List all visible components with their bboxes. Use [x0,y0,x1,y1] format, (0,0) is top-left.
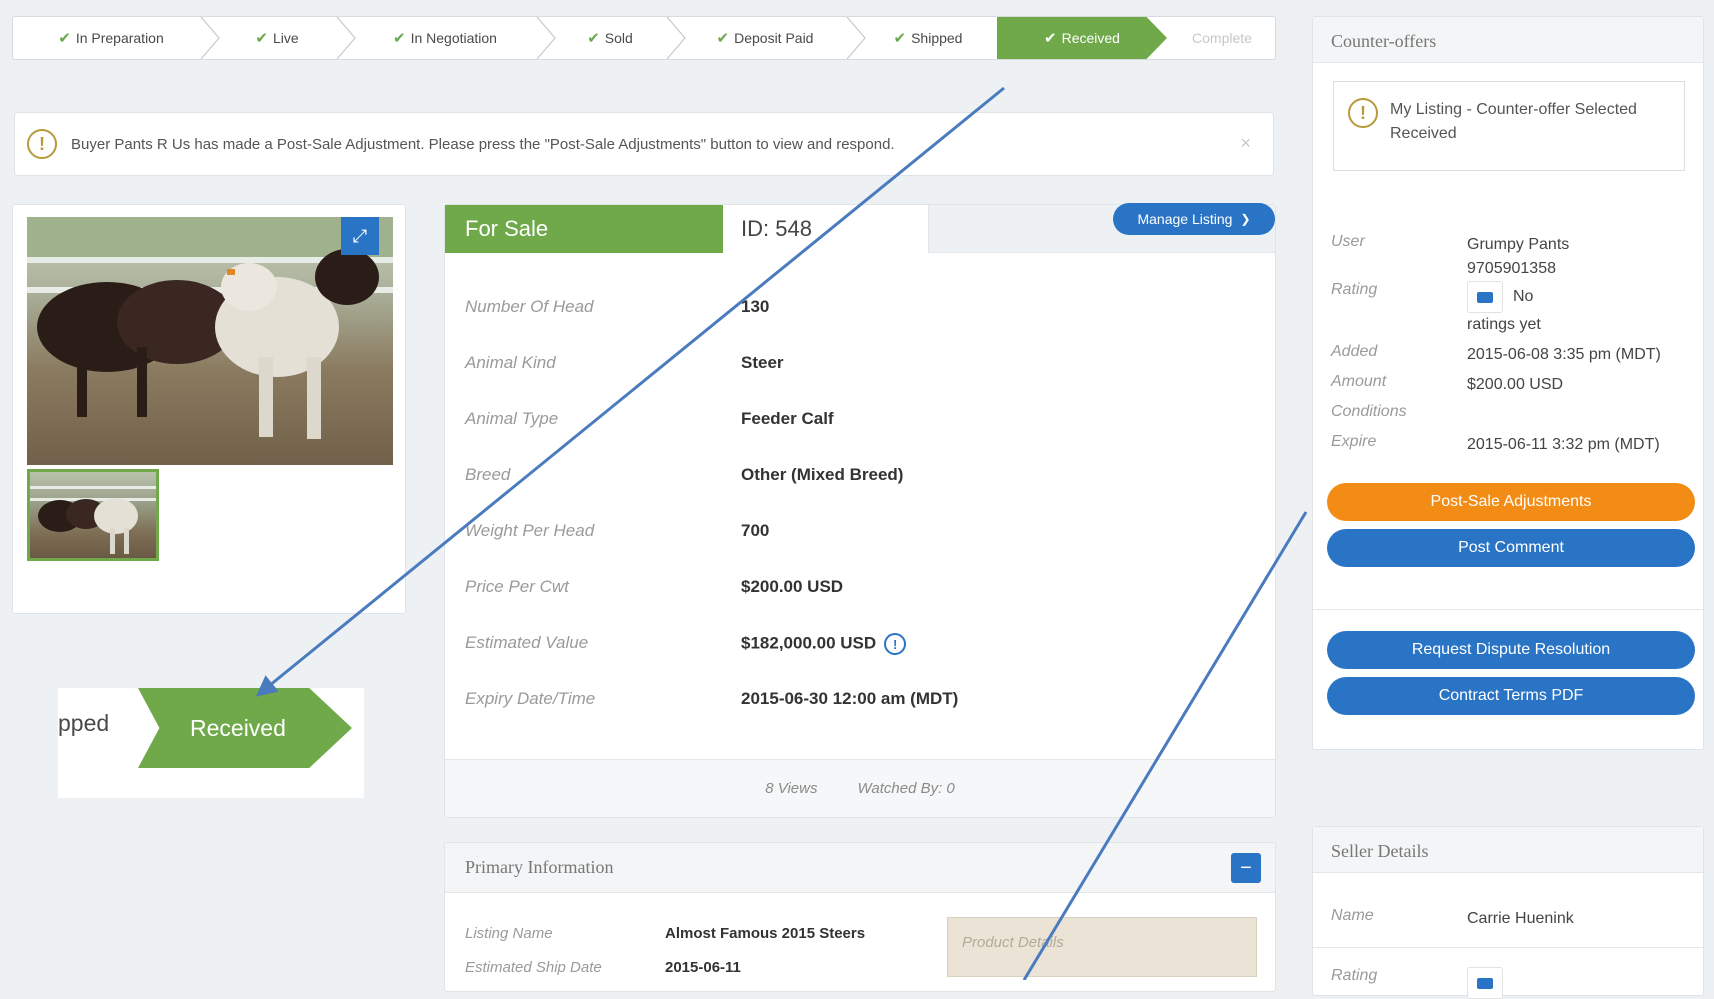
exclamation-icon: ! [1348,98,1378,128]
primary-information-title: Primary Information [445,843,1275,893]
listing-stats: 8 Views Watched By: 0 [445,759,1275,817]
step-in-negotiation: ✔ In Negotiation [393,30,497,47]
seller-details-title: Seller Details [1313,827,1703,873]
close-icon[interactable]: × [1240,133,1251,154]
step-shipped: ✔ Shipped [893,30,963,47]
views-count: 8 Views [765,780,818,797]
check-icon: ✔ [255,30,268,47]
cattle-photo [27,217,393,439]
cattle-thumbnail [30,486,156,554]
check-icon: ✔ [58,30,71,47]
post-sale-adjustments-button[interactable]: Post-Sale Adjustments [1327,483,1695,521]
exclamation-icon: ! [27,129,57,159]
check-icon: ✔ [393,30,406,47]
counter-offers-title: Counter-offers [1313,17,1703,63]
counter-offers-panel: Counter-offers ! My Listing - Counter-of… [1312,16,1704,750]
check-icon: ✔ [1044,30,1057,47]
contract-terms-button[interactable]: Contract Terms PDF [1327,677,1695,715]
zoom-active-step: Received [138,688,352,768]
chevron-divider-icon [846,17,866,59]
step-complete: Complete [1192,30,1252,46]
step-live: ✔ Live [255,30,299,47]
panel-divider [1313,609,1703,610]
post-sale-alert: ! Buyer Pants R Us has made a Post-Sale … [14,112,1274,176]
chevron-divider-icon [536,17,556,59]
user-phone: 9705901358 [1467,260,1556,277]
zoom-previous-step: pped [58,710,110,736]
check-icon: ✔ [893,30,907,47]
status-progress: ✔ In Preparation ✔ Live ✔ In Negotiation ✔ S… [12,16,1276,60]
chat-icon[interactable] [1467,281,1503,313]
post-comment-button[interactable]: Post Comment [1327,529,1695,567]
step-received: ✔ Received [997,17,1167,59]
chevron-divider-icon [200,17,220,59]
collapse-button[interactable]: − [1231,853,1261,883]
manage-listing-button[interactable]: Manage Listing ❯ [1113,203,1275,235]
primary-information-panel: Primary Information − Listing Name Almost… [444,842,1276,992]
photo-gallery: ⤢ [12,204,406,614]
chat-icon[interactable] [1467,967,1503,999]
seller-divider [1313,947,1703,948]
chevron-divider-icon [336,17,356,59]
expand-icon[interactable]: ⤢ [341,217,379,255]
listing-card: For Sale ID: 548 Manage Listing ❯ Number … [444,203,1276,818]
check-icon: ✔ [587,30,600,47]
chevron-down-icon: ❯ [1240,212,1251,226]
product-details-box: Product Details [947,917,1257,977]
counter-offer-note: ! My Listing - Counter-offer Selected Re… [1333,81,1685,171]
chevron-divider-icon [666,17,686,59]
step-in-preparation: ✔ In Preparation [58,30,164,47]
received-zoom-callout: pped Received [58,688,364,798]
main-photo[interactable]: ⤢ [27,217,393,465]
tab-for-sale[interactable]: For Sale [445,205,723,253]
check-icon: ✔ [716,30,730,47]
step-deposit-paid: ✔ Deposit Paid [716,30,814,47]
watched-count: Watched By: 0 [857,780,955,797]
photo-thumbnail[interactable] [27,469,159,561]
listing-id: ID: 548 [723,205,929,253]
user-name[interactable]: Grumpy Pants [1467,236,1569,253]
step-sold: ✔ Sold [587,30,633,47]
alert-message: Buyer Pants R Us has made a Post-Sale Ad… [71,135,895,153]
info-icon[interactable]: ! [884,633,907,655]
seller-details-panel: Seller Details Name Carrie Huenink Rating [1312,826,1704,999]
request-dispute-button[interactable]: Request Dispute Resolution [1327,631,1695,669]
